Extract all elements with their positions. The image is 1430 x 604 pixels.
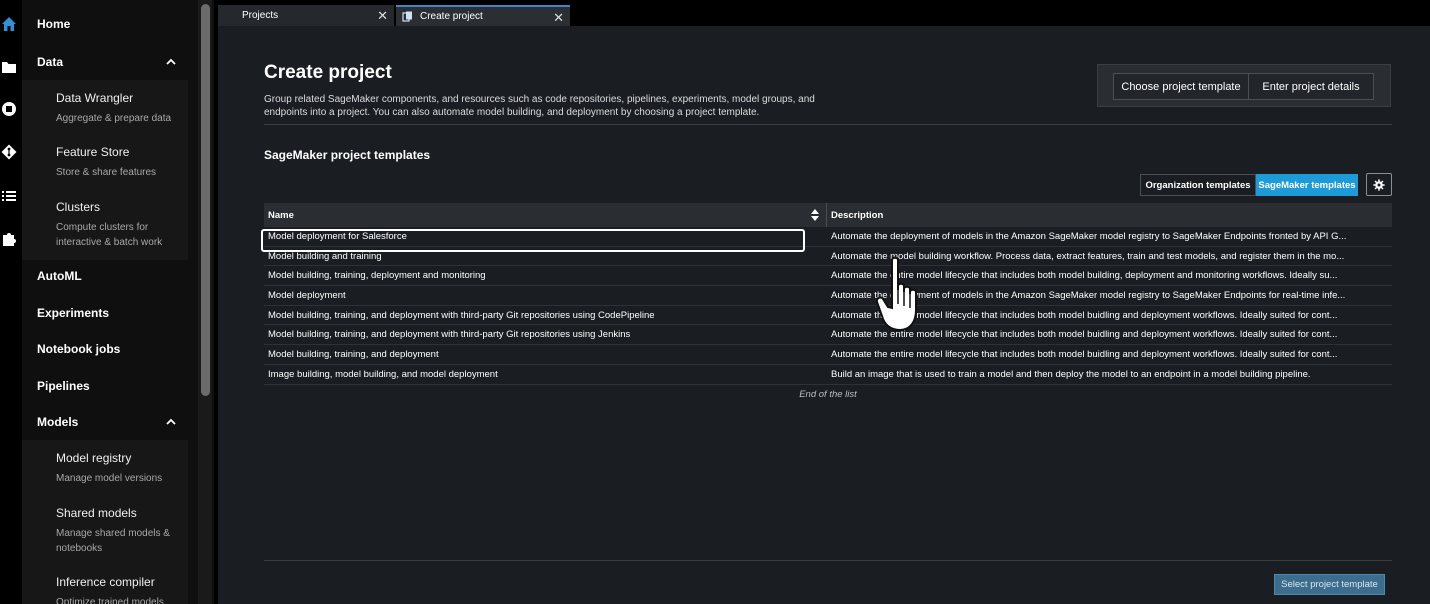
gear-icon — [1373, 178, 1385, 191]
row-name: Model building, training, and deployment… — [268, 329, 631, 341]
column-header-description: Description — [831, 210, 884, 221]
sidebar-item-label: Shared models — [56, 506, 137, 520]
sidebar-item-label: Model registry — [56, 451, 132, 465]
tab-projects[interactable]: Projects ✕ — [218, 5, 394, 26]
row-description: Build an image that is used to train a m… — [831, 368, 1311, 380]
folder-icon[interactable] — [0, 58, 18, 76]
page-title: Create project — [264, 62, 392, 83]
sidebar-item-desc: Compute clusters for interactive & batch… — [56, 222, 163, 248]
table-row[interactable]: Image building, model building, and mode… — [264, 365, 1392, 385]
column-divider — [826, 203, 827, 227]
sidebar-item-notebook-jobs[interactable]: Notebook jobs — [37, 342, 120, 356]
row-description: Automate the deployment of models in the… — [831, 290, 1346, 302]
sidebar-item-desc: Manage model versions — [56, 473, 163, 484]
end-of-list-text: End of the list — [799, 389, 857, 400]
sidebar-item-inference-compiler[interactable]: Inference compiler Optimize trained mode… — [56, 575, 164, 604]
chevron-up-icon[interactable] — [165, 416, 177, 428]
step-enter-details[interactable]: Enter project details — [1248, 73, 1374, 100]
tab-label: Projects — [242, 10, 279, 21]
row-name: Model building and training — [268, 250, 382, 262]
tab-create-project[interactable]: Create project ✕ — [396, 5, 570, 26]
table-header: Name Description — [264, 203, 1392, 227]
table-row[interactable]: Model building, training, and deployment… — [264, 306, 1392, 326]
sidebar-item-feature-store[interactable]: Feature Store Store & share features — [56, 145, 156, 180]
sidebar-item-clusters[interactable]: Clusters Compute clusters for interactiv… — [56, 200, 186, 250]
row-description: Automate the entire model lifecycle that… — [831, 349, 1338, 361]
row-name: Model building, training, deployment and… — [268, 270, 486, 282]
icon-rail — [0, 0, 22, 604]
sidebar-item-desc: Aggregate & prepare data — [56, 113, 172, 124]
sidebar-item-automl[interactable]: AutoML — [37, 269, 82, 283]
sidebar-item-pipelines[interactable]: Pipelines — [37, 379, 90, 393]
page-subtitle: Group related SageMaker components, and … — [264, 94, 815, 118]
row-name: Model building, training, and deployment… — [268, 309, 655, 321]
document-icon — [402, 11, 412, 22]
sidebar: Home Data Data Wrangler Aggregate & prep… — [22, 0, 214, 604]
chevron-up-icon[interactable] — [165, 56, 177, 68]
sidebar-item-experiments[interactable]: Experiments — [37, 306, 109, 320]
sort-icon[interactable] — [810, 208, 820, 222]
divider — [264, 124, 1392, 125]
circle-stop-icon[interactable] — [0, 100, 18, 118]
divider — [264, 560, 1392, 561]
sidebar-item-data-wrangler[interactable]: Data Wrangler Aggregate & prepare data — [56, 91, 171, 126]
sidebar-item-desc: Manage shared models & notebooks — [56, 528, 170, 554]
puzzle-icon[interactable] — [0, 230, 18, 248]
list-icon[interactable] — [0, 187, 18, 205]
select-project-template-button[interactable]: Select project template — [1274, 574, 1385, 595]
row-description: Automate the entire model lifecycle that… — [831, 329, 1338, 341]
sagemaker-templates-tab[interactable]: SageMaker templates — [1256, 174, 1358, 196]
sidebar-item-desc: Store & share features — [56, 167, 157, 178]
row-name: Model building, training, and deployment — [268, 349, 439, 361]
sidebar-item-shared-models[interactable]: Shared models Manage shared models & not… — [56, 506, 186, 556]
sidebar-item-label: Inference compiler — [56, 575, 155, 589]
table-row[interactable]: Model deployment for Salesforce Automate … — [264, 227, 1392, 247]
sidebar-item-label: Feature Store — [56, 145, 130, 159]
sidebar-item-home[interactable]: Home — [37, 17, 70, 31]
table-row[interactable]: Model deployment Automate the deployment … — [264, 286, 1392, 306]
row-description: Automate the deployment of models in the… — [831, 231, 1347, 242]
column-header-name[interactable]: Name — [268, 210, 294, 221]
sidebar-item-models[interactable]: Models — [37, 415, 78, 429]
step-choose-template[interactable]: Choose project template — [1113, 73, 1249, 100]
row-name: Image building, model building, and mode… — [268, 368, 498, 380]
main-panel: Projects ✕ Create project ✕ Create proje… — [218, 0, 1430, 604]
sidebar-item-desc: Optimize trained models — [56, 597, 164, 604]
git-icon[interactable] — [0, 143, 18, 161]
tab-label: Create project — [420, 11, 483, 22]
tab-bar: Projects ✕ Create project ✕ — [218, 0, 1430, 26]
close-icon[interactable]: ✕ — [377, 8, 388, 24]
sidebar-item-data[interactable]: Data — [37, 55, 63, 69]
table-row[interactable]: Model building, training, and deployment… — [264, 345, 1392, 365]
section-title: SageMaker project templates — [264, 148, 431, 162]
row-name: Model deployment — [268, 290, 346, 302]
table-row[interactable]: Model building and training Automate the … — [264, 247, 1392, 267]
table-settings-button[interactable] — [1366, 173, 1392, 196]
row-description: Automate the entire model lifecycle that… — [831, 270, 1338, 282]
sidebar-scrollbar-thumb[interactable] — [201, 4, 210, 396]
row-name: Model deployment for Salesforce — [268, 231, 407, 242]
templates-table: Name Description Model deployment for Sa… — [264, 203, 1392, 385]
row-description: Automate the entire model lifecycle that… — [831, 309, 1338, 321]
table-row[interactable]: Model building, training, deployment and… — [264, 266, 1392, 287]
table-row[interactable]: Model building, training, and deployment… — [264, 325, 1392, 346]
home-icon[interactable] — [0, 15, 18, 33]
sidebar-item-model-registry[interactable]: Model registry Manage model versions — [56, 451, 162, 486]
wizard-stepper: Choose project template Enter project de… — [1097, 64, 1391, 107]
close-icon[interactable]: ✕ — [553, 10, 564, 26]
organization-templates-tab[interactable]: Organization templates — [1140, 174, 1256, 196]
sidebar-item-label: Clusters — [56, 200, 101, 214]
row-description: Automate the model building workflow. Pr… — [831, 250, 1345, 262]
sidebar-item-label: Data Wrangler — [56, 91, 134, 105]
